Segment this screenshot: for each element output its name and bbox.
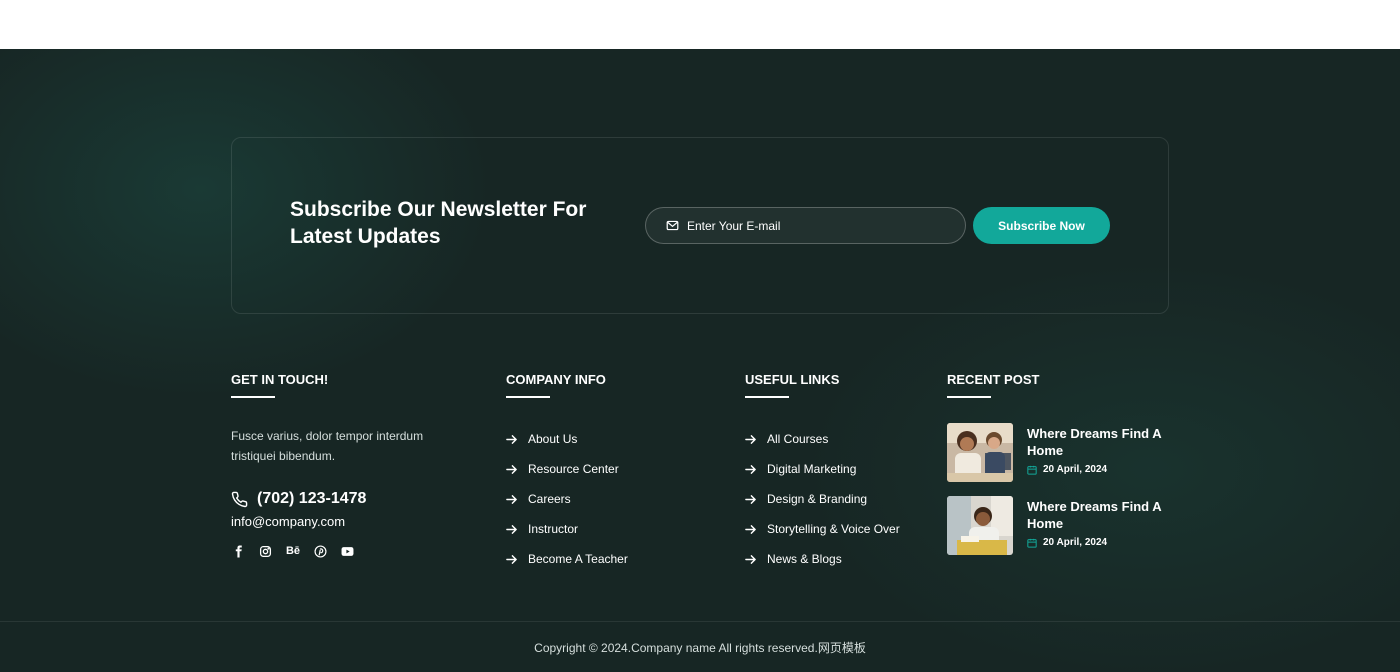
post-title[interactable]: Where Dreams Find A Home: [1027, 498, 1167, 532]
arrow-right-icon: [745, 464, 756, 474]
arrow-right-icon: [506, 434, 517, 444]
get-in-touch-column: GET IN TOUCH! Fusce varius, dolor tempor…: [231, 372, 471, 558]
recent-post-item[interactable]: Where Dreams Find A Home 20 April, 2024: [947, 423, 1177, 496]
post-thumbnail[interactable]: [947, 423, 1013, 482]
link-label: Instructor: [528, 522, 579, 536]
behance-icon[interactable]: Bē: [285, 544, 301, 558]
social-links: Bē: [231, 544, 471, 558]
link-label: Careers: [528, 492, 571, 506]
arrow-right-icon: [506, 524, 517, 534]
company-info-links: About Us Resource Center Careers Instruc…: [506, 424, 706, 574]
heading-underline: [506, 396, 550, 398]
useful-link-storytelling-voice-over[interactable]: Storytelling & Voice Over: [745, 514, 925, 544]
link-label: About Us: [528, 432, 578, 446]
link-label: Storytelling & Voice Over: [767, 522, 900, 536]
phone-row[interactable]: (702) 123-1478: [231, 490, 471, 508]
post-date: 20 April, 2024: [1027, 537, 1167, 548]
link-label: All Courses: [767, 432, 829, 446]
arrow-right-icon: [745, 434, 756, 444]
company-link-become-a-teacher[interactable]: Become A Teacher: [506, 544, 706, 574]
newsletter-title: Subscribe Our Newsletter For Latest Upda…: [290, 198, 587, 248]
useful-link-all-courses[interactable]: All Courses: [745, 424, 925, 454]
contact-description: Fusce varius, dolor tempor interdum tris…: [231, 429, 424, 463]
company-link-instructor[interactable]: Instructor: [506, 514, 706, 544]
heading-underline: [231, 396, 275, 398]
arrow-right-icon: [745, 524, 756, 534]
useful-links-list: All Courses Digital Marketing Design & B…: [745, 424, 925, 574]
post-title[interactable]: Where Dreams Find A Home: [1027, 425, 1167, 459]
copyright-text: Copyright © 2024.Company name All rights…: [534, 640, 866, 655]
link-label: Become A Teacher: [528, 552, 628, 566]
arrow-right-icon: [506, 464, 517, 474]
company-link-careers[interactable]: Careers: [506, 484, 706, 514]
top-white-strip: [0, 0, 1400, 49]
instagram-icon[interactable]: [258, 544, 273, 558]
youtube-icon[interactable]: [340, 544, 355, 558]
post-date-text: 20 April, 2024: [1043, 464, 1108, 475]
subscribe-button[interactable]: Subscribe Now: [973, 207, 1110, 244]
post-body: Where Dreams Find A Home 20 April, 2024: [1027, 425, 1167, 496]
post-date-text: 20 April, 2024: [1043, 537, 1108, 548]
email-input[interactable]: [687, 218, 927, 233]
company-info-column: COMPANY INFO About Us Resource Center Ca…: [506, 372, 706, 574]
phone-number: (702) 123-1478: [257, 490, 367, 507]
useful-links-heading: USEFUL LINKS: [745, 372, 840, 387]
arrow-right-icon: [506, 554, 517, 564]
heading-underline: [745, 396, 789, 398]
post-date: 20 April, 2024: [1027, 464, 1167, 475]
calendar-icon: [1027, 538, 1037, 548]
link-label: Resource Center: [528, 462, 619, 476]
post-thumbnail[interactable]: [947, 496, 1013, 555]
useful-links-column: USEFUL LINKS All Courses Digital Marketi…: [745, 372, 925, 574]
recent-post-item[interactable]: Where Dreams Find A Home 20 April, 2024: [947, 496, 1177, 569]
company-link-resource-center[interactable]: Resource Center: [506, 454, 706, 484]
recent-post-list: Where Dreams Find A Home 20 April, 2024: [947, 423, 1177, 569]
arrow-right-icon: [506, 494, 517, 504]
company-link-about-us[interactable]: About Us: [506, 424, 706, 454]
link-label: Design & Branding: [767, 492, 868, 506]
useful-link-digital-marketing[interactable]: Digital Marketing: [745, 454, 925, 484]
heading-underline: [947, 396, 991, 398]
recent-post-heading: RECENT POST: [947, 372, 1040, 387]
get-in-touch-heading: GET IN TOUCH!: [231, 372, 329, 387]
facebook-icon[interactable]: [231, 544, 246, 558]
pinterest-icon[interactable]: [313, 544, 328, 558]
arrow-right-icon: [745, 494, 756, 504]
post-body: Where Dreams Find A Home 20 April, 2024: [1027, 498, 1167, 569]
email-field[interactable]: [645, 207, 966, 244]
recent-post-column: RECENT POST Where Dreams Find A Home 20 …: [947, 372, 1177, 569]
link-label: News & Blogs: [767, 552, 842, 566]
calendar-icon: [1027, 465, 1037, 475]
copyright-bar: Copyright © 2024.Company name All rights…: [0, 621, 1400, 672]
site-footer: Subscribe Our Newsletter For Latest Upda…: [0, 49, 1400, 672]
link-label: Digital Marketing: [767, 462, 857, 476]
useful-link-design-branding[interactable]: Design & Branding: [745, 484, 925, 514]
envelope-icon: [666, 220, 679, 231]
useful-link-news-blogs[interactable]: News & Blogs: [745, 544, 925, 574]
contact-email[interactable]: info@company.com: [231, 514, 471, 529]
company-info-heading: COMPANY INFO: [506, 372, 606, 387]
newsletter-box: Subscribe Our Newsletter For Latest Upda…: [231, 137, 1169, 314]
arrow-right-icon: [745, 554, 756, 564]
phone-icon: [231, 491, 248, 507]
